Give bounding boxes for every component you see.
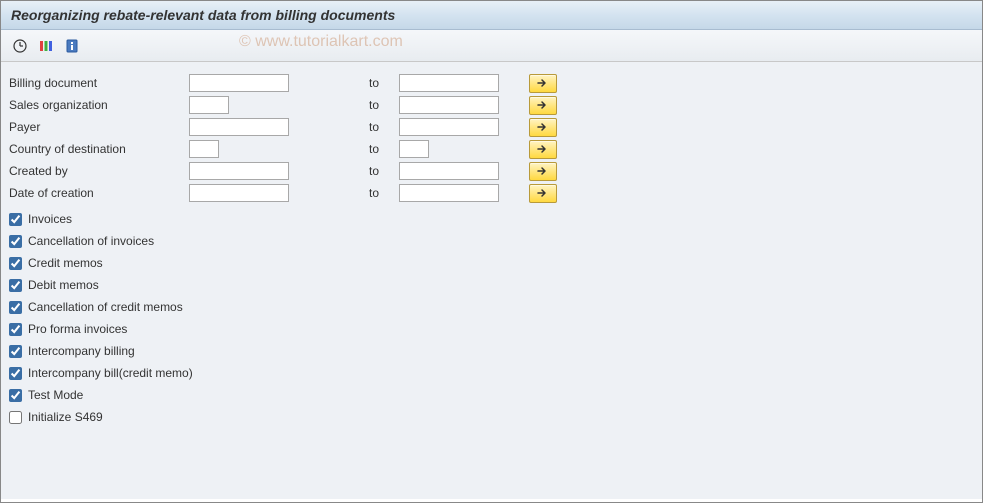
to-label: to xyxy=(369,142,399,156)
multiple-selection-button[interactable] xyxy=(529,162,557,181)
to-input[interactable] xyxy=(399,140,429,158)
field-row: Payer to xyxy=(9,116,974,138)
from-input[interactable] xyxy=(189,74,289,92)
to-input[interactable] xyxy=(399,74,499,92)
to-label: to xyxy=(369,186,399,200)
arrow-right-icon xyxy=(536,144,550,154)
checkbox-label: Cancellation of invoices xyxy=(28,234,154,248)
title-bar: Reorganizing rebate-relevant data from b… xyxy=(1,1,982,30)
to-input[interactable] xyxy=(399,162,499,180)
to-input[interactable] xyxy=(399,118,499,136)
checkbox-input[interactable] xyxy=(9,213,22,226)
from-input[interactable] xyxy=(189,184,289,202)
checkbox-label: Intercompany billing xyxy=(28,344,135,358)
checkbox-label: Cancellation of credit memos xyxy=(28,300,183,314)
from-input[interactable] xyxy=(189,96,229,114)
checkbox-label: Initialize S469 xyxy=(28,410,103,424)
arrow-right-icon xyxy=(536,166,550,176)
to-label: to xyxy=(369,120,399,134)
field-label: Sales organization xyxy=(9,98,189,112)
field-row: Billing document to xyxy=(9,72,974,94)
checkbox-row: Test Mode xyxy=(9,384,974,406)
checkbox-row: Pro forma invoices xyxy=(9,318,974,340)
field-label: Country of destination xyxy=(9,142,189,156)
page-title: Reorganizing rebate-relevant data from b… xyxy=(11,7,395,23)
checkbox-input[interactable] xyxy=(9,257,22,270)
multiple-selection-button[interactable] xyxy=(529,74,557,93)
to-input[interactable] xyxy=(399,184,499,202)
variant-icon xyxy=(38,38,54,54)
info-button[interactable] xyxy=(61,35,83,57)
checkbox-label: Invoices xyxy=(28,212,72,226)
checkbox-label: Intercompany bill(credit memo) xyxy=(28,366,193,380)
checkbox-row: Intercompany bill(credit memo) xyxy=(9,362,974,384)
field-label: Date of creation xyxy=(9,186,189,200)
checkbox-label: Credit memos xyxy=(28,256,103,270)
field-row: Country of destination to xyxy=(9,138,974,160)
checkbox-label: Pro forma invoices xyxy=(28,322,127,336)
arrow-right-icon xyxy=(536,100,550,110)
field-label: Created by xyxy=(9,164,189,178)
to-label: to xyxy=(369,98,399,112)
content-area: Billing documenttoSales organizationtoPa… xyxy=(1,62,982,499)
multiple-selection-button[interactable] xyxy=(529,96,557,115)
checkbox-row: Invoices xyxy=(9,208,974,230)
arrow-right-icon xyxy=(536,78,550,88)
checkbox-input[interactable] xyxy=(9,367,22,380)
execute-button[interactable] xyxy=(9,35,31,57)
checkbox-row: Debit memos xyxy=(9,274,974,296)
field-row: Sales organization to xyxy=(9,94,974,116)
checkbox-input[interactable] xyxy=(9,323,22,336)
checkbox-row: Cancellation of credit memos xyxy=(9,296,974,318)
multiple-selection-button[interactable] xyxy=(529,118,557,137)
multiple-selection-button[interactable] xyxy=(529,184,557,203)
checkbox-label: Test Mode xyxy=(28,388,83,402)
field-label: Billing document xyxy=(9,76,189,90)
checkbox-input[interactable] xyxy=(9,235,22,248)
checkbox-input[interactable] xyxy=(9,411,22,424)
checkbox-input[interactable] xyxy=(9,345,22,358)
arrow-right-icon xyxy=(536,188,550,198)
field-row: Created by to xyxy=(9,160,974,182)
multiple-selection-button[interactable] xyxy=(529,140,557,159)
checkbox-label: Debit memos xyxy=(28,278,99,292)
variant-button[interactable] xyxy=(35,35,57,57)
checkbox-row: Initialize S469 xyxy=(9,406,974,428)
to-label: to xyxy=(369,164,399,178)
from-input[interactable] xyxy=(189,162,289,180)
info-icon xyxy=(64,38,80,54)
to-label: to xyxy=(369,76,399,90)
to-input[interactable] xyxy=(399,96,499,114)
checkbox-row: Cancellation of invoices xyxy=(9,230,974,252)
toolbar xyxy=(1,30,982,62)
checkbox-input[interactable] xyxy=(9,389,22,402)
field-row: Date of creation to xyxy=(9,182,974,204)
checkbox-input[interactable] xyxy=(9,279,22,292)
from-input[interactable] xyxy=(189,118,289,136)
clock-execute-icon xyxy=(12,38,28,54)
arrow-right-icon xyxy=(536,122,550,132)
field-label: Payer xyxy=(9,120,189,134)
checkbox-input[interactable] xyxy=(9,301,22,314)
from-input[interactable] xyxy=(189,140,219,158)
checkbox-row: Credit memos xyxy=(9,252,974,274)
checkbox-row: Intercompany billing xyxy=(9,340,974,362)
